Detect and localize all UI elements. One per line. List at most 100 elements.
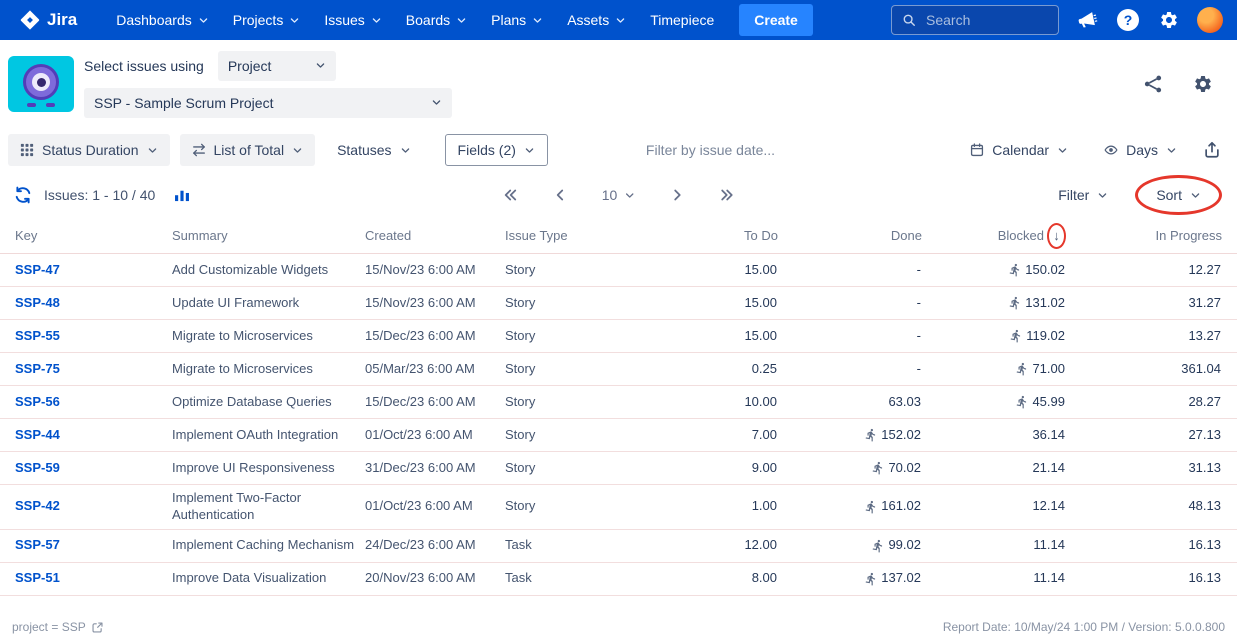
runner-icon [864,428,878,442]
duration-cell: 150.02 [922,257,1066,284]
issue-key-link[interactable]: SSP-57 [15,532,172,559]
nav-item-assets[interactable]: Assets [556,5,637,35]
settings-button[interactable] [1157,8,1181,32]
nav-item-label: Dashboards [116,12,192,28]
share-button[interactable] [1141,72,1165,96]
issue-key-link[interactable]: SSP-42 [15,493,172,520]
column-header-todo[interactable]: To Do [625,228,778,243]
table-row: SSP-59Improve UI Responsiveness31/Dec/23… [0,452,1237,485]
issue-source-dropdown[interactable]: Project [218,51,336,81]
chevron-down-icon [400,145,411,156]
column-header-issue-type[interactable]: Issue Type [505,228,625,243]
issue-key-link[interactable]: SSP-56 [15,389,172,416]
search-input[interactable] [924,11,1042,29]
chevron-down-icon [1057,145,1068,156]
nav-item-timepiece[interactable]: Timepiece [639,5,725,35]
page-size-dropdown[interactable]: 10 [600,185,638,205]
nav-right-group: ? [891,5,1223,35]
nav-item-label: Issues [324,12,364,28]
prev-page-button[interactable] [550,185,570,205]
issue-type-cell: Story [505,422,625,449]
issue-key-link[interactable]: SSP-47 [15,257,172,284]
summary-cell: Update UI Framework [172,290,365,317]
column-header-summary[interactable]: Summary [172,228,365,243]
filter-dropdown[interactable]: Filter [1050,181,1116,209]
report-toolbar: Status Duration List of Total Statuses F… [0,128,1237,172]
jql-filter-link[interactable]: project = SSP [12,620,104,634]
duration-cell: 11.14 [922,532,1066,559]
duration-cell: 45.99 [922,389,1066,416]
issue-key-link[interactable]: SSP-51 [15,565,172,592]
gear-icon [1193,74,1213,94]
nav-item-issues[interactable]: Issues [313,5,392,35]
time-unit-dropdown[interactable]: Days [1092,134,1189,166]
export-icon [1203,141,1221,159]
first-page-button[interactable] [500,185,520,205]
list-of-total-dropdown[interactable]: List of Total [180,134,316,166]
duration-cell: 8.00 [625,565,778,592]
last-page-button[interactable] [717,185,737,205]
calendar-dropdown[interactable]: Calendar [958,134,1080,166]
runner-icon [1008,263,1022,277]
question-mark-icon: ? [1117,9,1139,31]
issue-type-cell: Story [505,290,625,317]
runner-icon [1009,329,1023,343]
issue-key-link[interactable]: SSP-75 [15,356,172,383]
report-header: Select issues using Project SSP - Sample… [0,40,1237,128]
export-button[interactable] [1201,139,1223,161]
jira-home-link[interactable]: Jira [14,9,83,31]
issue-key-link[interactable]: SSP-59 [15,455,172,482]
sort-dropdown[interactable]: Sort [1148,181,1209,209]
create-button[interactable]: Create [739,4,813,36]
table-row: SSP-47Add Customizable Widgets15/Nov/23 … [0,254,1237,287]
table-row: SSP-42Implement Two-Factor Authenticatio… [0,485,1237,530]
status-duration-dropdown[interactable]: Status Duration [8,134,170,166]
issue-type-cell: Story [505,356,625,383]
column-header-key[interactable]: Key [15,228,172,243]
chart-view-button[interactable] [171,184,193,206]
duration-cell: 1.00 [625,493,778,520]
duration-cell: 131.02 [922,290,1066,317]
issue-key-link[interactable]: SSP-48 [15,290,172,317]
table-body: SSP-47Add Customizable Widgets15/Nov/23 … [0,254,1237,596]
runner-icon [871,539,885,553]
chevron-down-icon [198,15,209,26]
nav-item-boards[interactable]: Boards [395,5,478,35]
chevron-down-icon [1190,190,1201,201]
duration-cell: 70.02 [778,455,922,482]
column-header-blocked[interactable]: Blocked ↓ [922,223,1066,249]
nav-item-projects[interactable]: Projects [222,5,312,35]
project-dropdown[interactable]: SSP - Sample Scrum Project [84,88,452,118]
announcements-button[interactable] [1075,8,1099,32]
column-header-created[interactable]: Created [365,228,505,243]
issue-key-link[interactable]: SSP-55 [15,323,172,350]
refresh-button[interactable] [12,184,34,206]
duration-cell: 152.02 [778,422,922,449]
help-button[interactable]: ? [1115,7,1141,33]
report-settings-button[interactable] [1191,72,1215,96]
sort-descending-icon[interactable]: ↓ [1053,229,1060,242]
top-nav: Jira Dashboards Projects Issues Boards P… [0,0,1237,40]
summary-cell: Implement Two-Factor Authentication [172,485,365,529]
next-page-button[interactable] [667,185,687,205]
issue-type-cell: Story [505,257,625,284]
nav-item-label: Plans [491,12,526,28]
fields-dropdown[interactable]: Fields (2) [445,134,548,166]
search-box[interactable] [891,5,1059,35]
created-cell: 05/Mar/23 6:00 AM [365,356,505,383]
fields-label: Fields (2) [458,142,516,158]
issue-date-filter-input[interactable] [644,141,834,159]
column-header-done[interactable]: Done [778,228,922,243]
issue-key-link[interactable]: SSP-44 [15,422,172,449]
table-row: SSP-57Implement Caching Mechanism24/Dec/… [0,530,1237,563]
status-duration-label: Status Duration [42,142,139,158]
select-issues-using-label: Select issues using [84,58,204,74]
statuses-dropdown[interactable]: Statuses [325,134,422,166]
column-header-in-progress[interactable]: In Progress [1066,228,1222,243]
nav-item-plans[interactable]: Plans [480,5,554,35]
user-avatar[interactable] [1197,7,1223,33]
duration-cell: 31.27 [1066,290,1222,317]
nav-item-dashboards[interactable]: Dashboards [105,5,220,35]
chevron-down-icon [524,145,535,156]
duration-cell: 21.14 [922,455,1066,482]
